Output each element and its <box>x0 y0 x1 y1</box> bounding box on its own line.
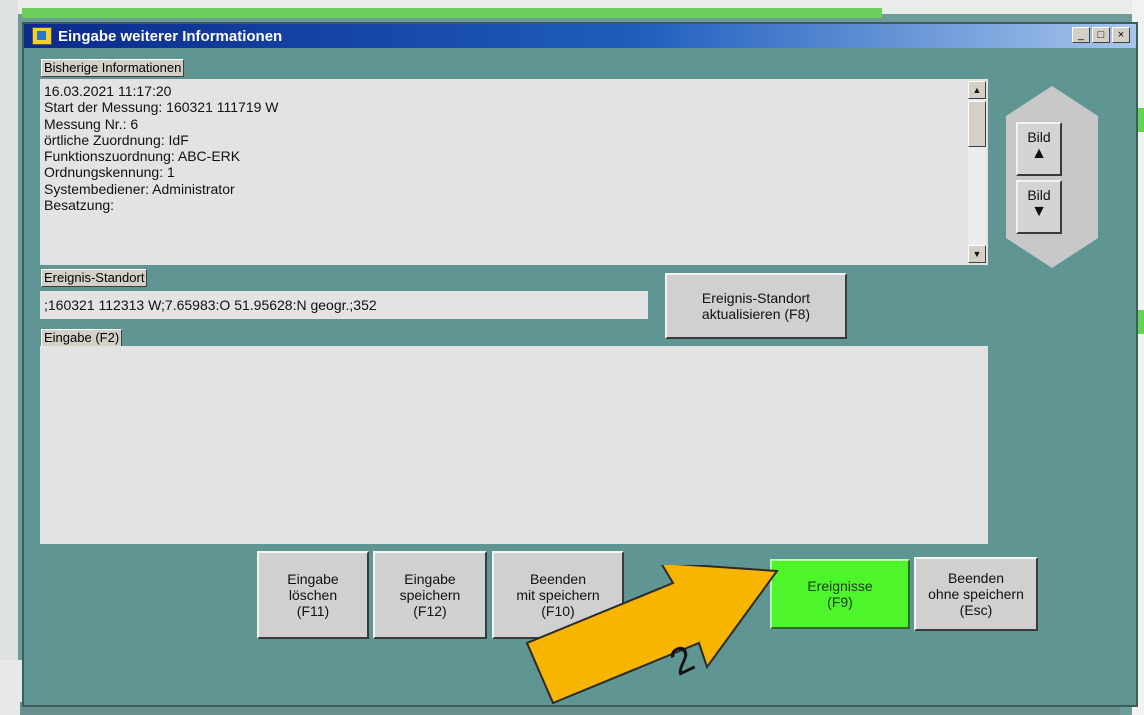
input-textarea[interactable] <box>40 346 988 544</box>
clear-input-button[interactable]: Eingabe löschen (F11) <box>257 551 369 639</box>
window-controls: _ □ × <box>1072 27 1130 43</box>
app-icon <box>32 27 52 45</box>
info-line: Start der Messung: 160321 111719 W <box>44 99 279 116</box>
events-button[interactable]: Ereignisse (F9) <box>770 559 910 629</box>
info-line: 16.03.2021 11:17:20 <box>44 83 172 99</box>
info-line: Ordnungskennung: 1 <box>44 164 175 181</box>
exit-without-save-button[interactable]: Beenden ohne speichern (Esc) <box>914 557 1038 631</box>
info-line: Messung Nr.: 6 <box>44 115 139 132</box>
scroll-thumb[interactable] <box>968 101 986 147</box>
info-section-label: Bisherige Informationen <box>41 59 185 77</box>
update-location-button[interactable]: Ereignis-Standort aktualisieren (F8) <box>665 273 847 339</box>
page-up-label: Bild <box>1027 129 1051 145</box>
info-line: örtliche Zuordnung: IdF <box>44 131 189 148</box>
arrow-down-icon: ▼ <box>1031 203 1047 220</box>
background-green-bar <box>22 8 882 18</box>
info-line: Besatzung: <box>44 197 115 214</box>
info-lines: 16.03.2021 11:17:20 Start der Messung: 1… <box>44 83 279 213</box>
arrow-up-icon: ▲ <box>1031 145 1047 162</box>
nav-bottom-shape <box>1006 238 1098 268</box>
page-down-button[interactable]: Bild ▼ <box>1016 180 1062 234</box>
info-textarea[interactable]: 16.03.2021 11:17:20 Start der Messung: 1… <box>40 79 988 265</box>
title-bar: Eingabe weiterer Informationen _ □ × <box>24 24 1136 48</box>
save-input-button[interactable]: Eingabe speichern (F12) <box>373 551 487 639</box>
location-field[interactable]: ;160321 112313 W;7.65983:O 51.95628:N ge… <box>40 291 648 319</box>
input-section-label: Eingabe (F2) <box>41 329 123 347</box>
close-button[interactable]: × <box>1112 27 1130 43</box>
annotation-arrow-icon <box>525 565 779 705</box>
info-scrollbar[interactable]: ▲ ▼ <box>968 81 986 263</box>
scroll-up-button[interactable]: ▲ <box>968 81 986 99</box>
minimize-button[interactable]: _ <box>1072 27 1090 43</box>
page-navigation: Bild ▲ Bild ▼ <box>1006 86 1098 268</box>
page-up-button[interactable]: Bild ▲ <box>1016 122 1062 176</box>
info-line: Systembediener: Administrator <box>44 180 235 197</box>
maximize-button[interactable]: □ <box>1092 27 1110 43</box>
scroll-down-button[interactable]: ▼ <box>968 245 986 263</box>
background-left-edge <box>0 0 18 715</box>
info-line: Funktionszuordnung: ABC-ERK <box>44 148 241 165</box>
window-title: Eingabe weiterer Informationen <box>58 27 283 45</box>
location-section-label: Ereignis-Standort <box>41 269 148 287</box>
page-down-label: Bild <box>1027 187 1051 203</box>
nav-top-shape <box>1006 86 1098 116</box>
